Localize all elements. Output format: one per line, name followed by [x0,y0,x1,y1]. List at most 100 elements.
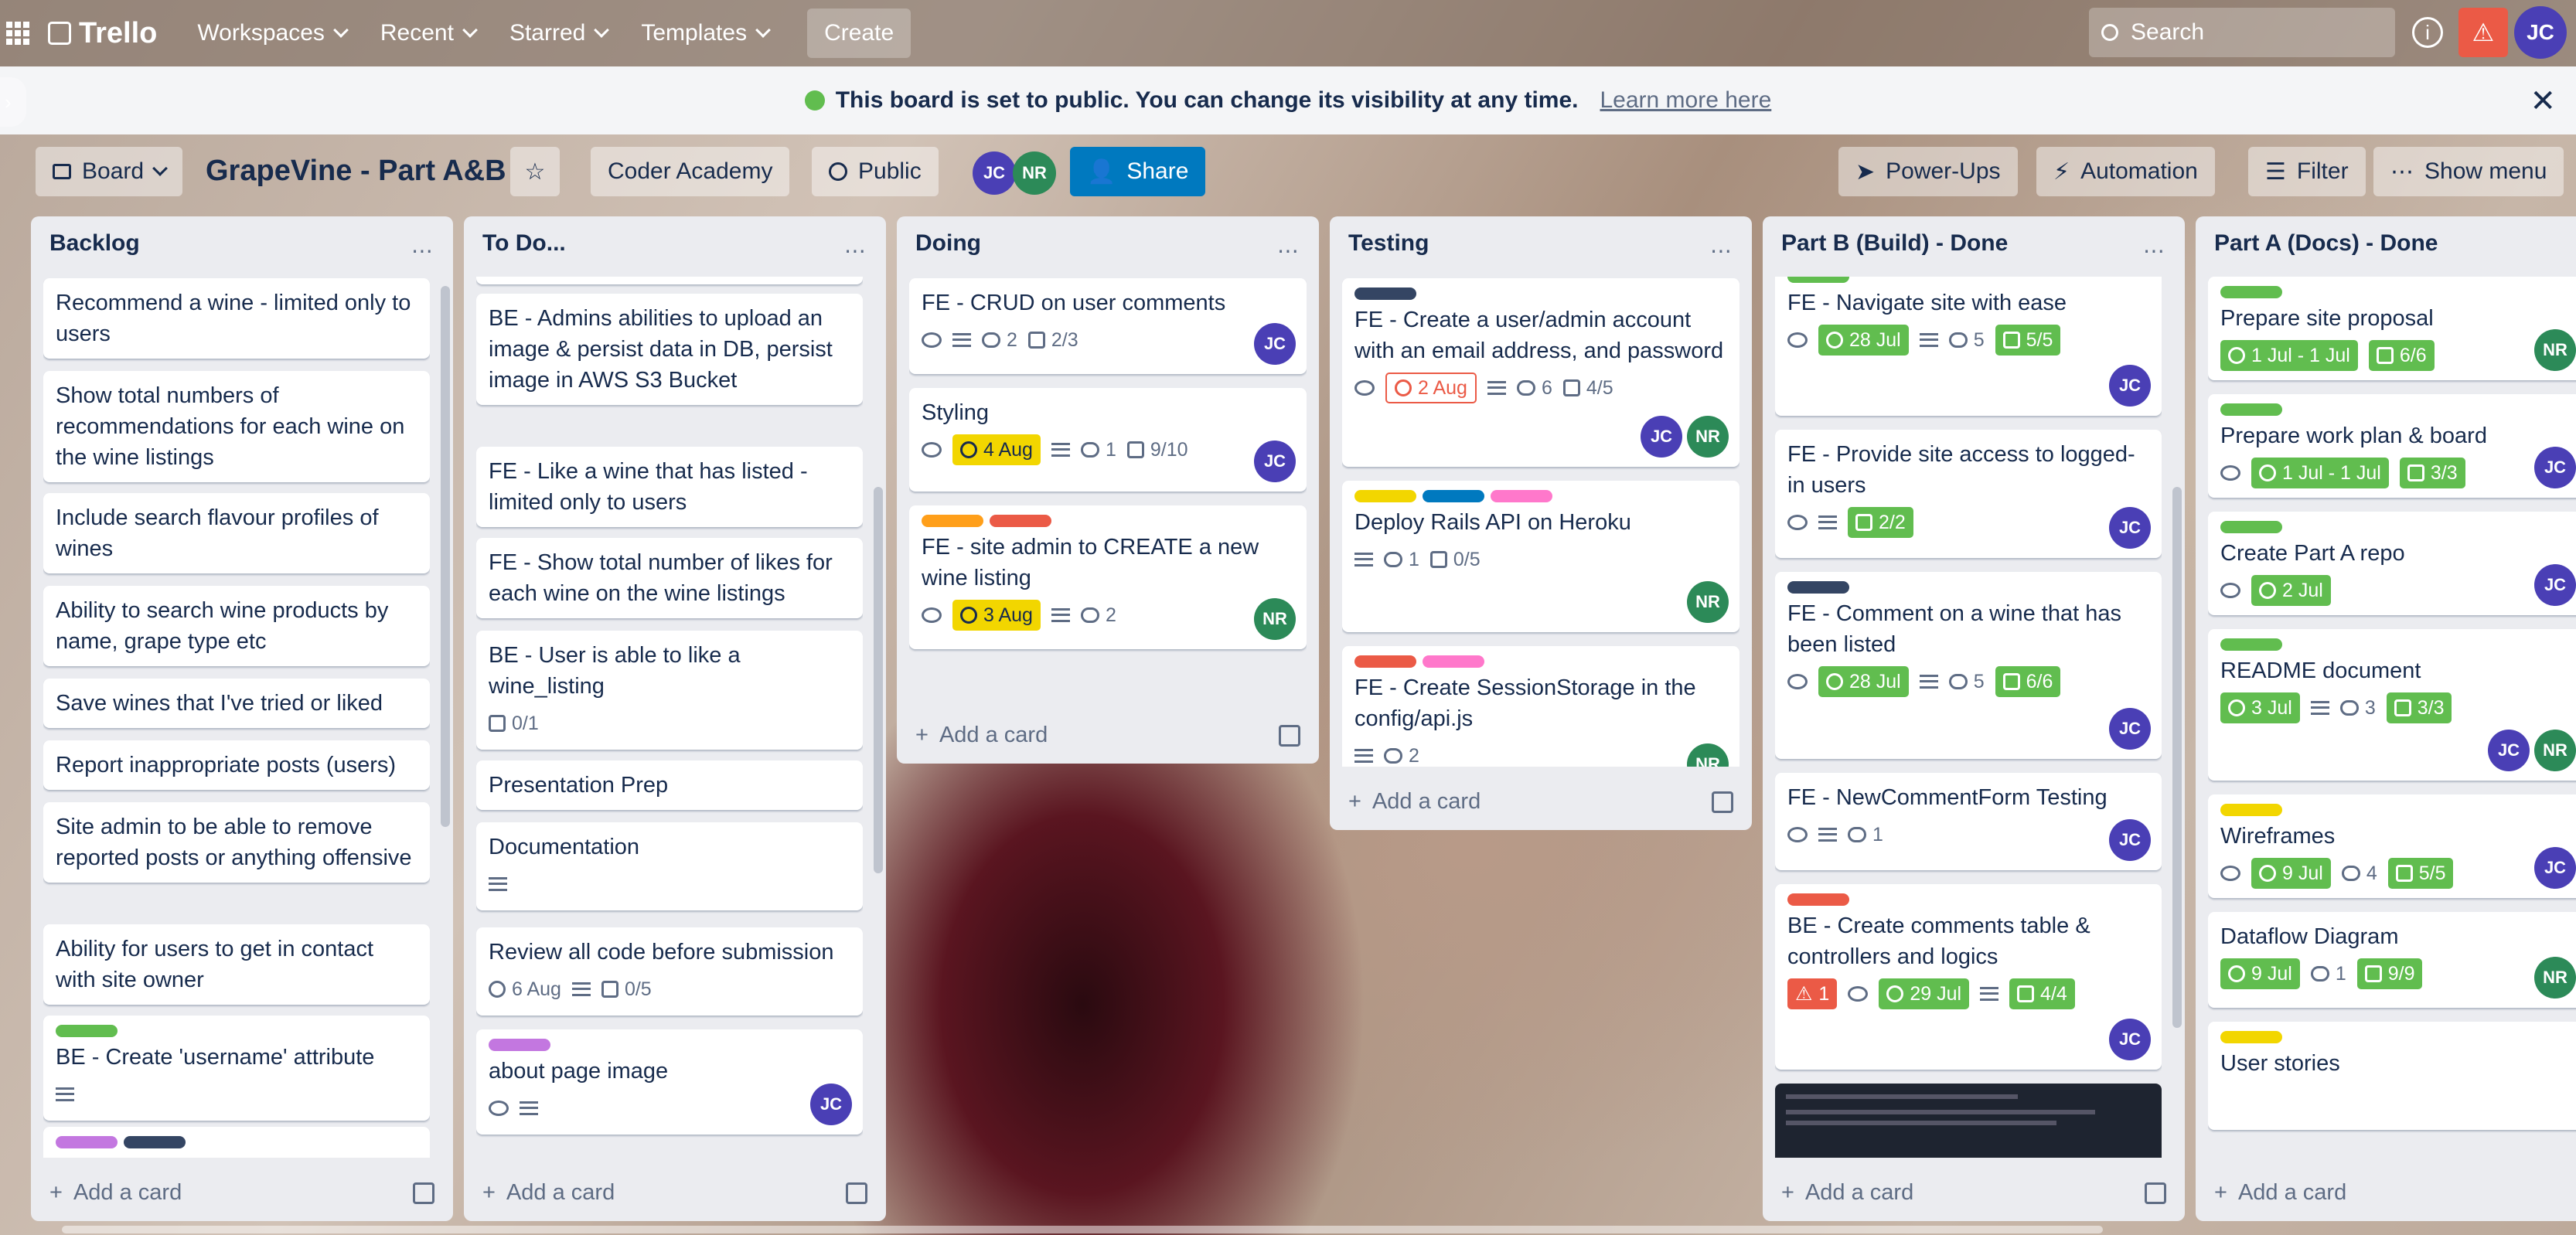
workspaces-menu[interactable]: Workspaces [180,9,363,58]
card[interactable]: Documentation [476,822,863,910]
card-title: Recommend a wine - limited only to users [56,291,411,346]
card[interactable]: FE - Create a user/admin account with an… [1342,278,1739,467]
card[interactable]: Show total numbers of recommendations fo… [43,371,430,482]
checklist-count: 4/4 [2040,983,2067,1005]
card-template-icon[interactable] [1279,725,1300,747]
member-avatar-jc[interactable]: JC [973,151,1016,195]
card[interactable]: Deploy Rails API on Heroku 1 0/5 NR [1342,481,1739,632]
list-title[interactable]: To Do... [482,230,566,257]
card[interactable]: BE - Create 'username' attribute [43,1016,430,1121]
starred-menu[interactable]: Starred [492,9,624,58]
card[interactable]: README document 3 Jul 3 3/3 JC NR [2208,629,2576,781]
apps-grid-icon[interactable] [6,22,29,45]
card[interactable]: User stories [2208,1022,2576,1130]
card[interactable]: BE - Create comments table & controllers… [1775,884,2162,1070]
add-card-button[interactable]: + Add a card [1781,1180,1913,1206]
card[interactable]: FE - Show total number of likes for each… [476,538,863,618]
list-menu-icon[interactable]: ⋯ [1277,238,1300,264]
learn-more-link[interactable]: Learn more here [1600,87,1771,114]
card[interactable]: Ability to search wine products by name,… [43,586,430,666]
card[interactable]: Styling 4 Aug 1 9/10 JC [909,388,1307,492]
card-title: Prepare site proposal [2220,306,2434,331]
trello-logo[interactable]: Trello [48,17,157,50]
card[interactable]: Review all code before submission 6 Aug 0… [476,927,863,1016]
card[interactable]: BE - Admins abilities to upload an image… [476,294,863,405]
list-menu-icon[interactable]: ⋯ [1710,238,1733,264]
card[interactable]: FE - NewCommentForm Testing 1 JC [1775,773,2162,870]
card[interactable]: FE - Like a wine that has listed - limit… [476,447,863,527]
card[interactable]: FE - CRUD on user comments 2 2/3 JC [909,278,1307,374]
user-avatar[interactable]: JC [2514,6,2567,59]
list-menu-icon[interactable]: ⋯ [844,238,867,264]
card-template-icon[interactable] [846,1182,867,1204]
add-card-button[interactable]: + Add a card [49,1180,182,1206]
list-scrollbar[interactable] [2172,487,2182,1028]
comment-icon [1384,552,1402,567]
card[interactable]: FE - Create SessionStorage in the config… [1342,646,1739,767]
templates-label: Templates [641,20,748,46]
workspace-button[interactable]: Coder Academy [591,147,790,196]
card[interactable]: FE - site admin to CREATE a new wine lis… [909,505,1307,649]
card-members: NR [2534,957,2576,999]
list-title[interactable]: Part B (Build) - Done [1781,230,2008,257]
card[interactable]: FE - Comment on a wine that has been lis… [1775,572,2162,759]
info-icon[interactable]: i [2412,17,2443,48]
card[interactable]: Include search flavour profiles of wines [43,493,430,573]
card-template-icon[interactable] [2145,1182,2166,1204]
list-title[interactable]: Backlog [49,230,140,257]
list-title[interactable]: Testing [1348,230,1429,257]
automation-button[interactable]: ⚡ Automation [2036,147,2215,196]
card[interactable]: FE - Navigate site with ease 28 Jul 5 5/5 … [1775,277,2162,416]
sidebar-toggle[interactable]: › [0,77,26,127]
star-board-icon[interactable]: ☆ [510,147,560,196]
add-card-button[interactable]: + Add a card [915,723,1048,748]
add-card-button[interactable]: + Add a card [1348,789,1481,815]
visibility-button[interactable]: Public [812,147,939,196]
card[interactable]: Site admin to be able to remove reported… [43,802,430,883]
card[interactable]: Recommend a wine - limited only to users [43,278,430,359]
card[interactable]: FE - Provide site access to logged-in us… [1775,430,2162,558]
card[interactable]: Wireframes 9 Jul 4 5/5 JC [2208,794,2576,898]
card[interactable]: Create Part A repo 2 Jul JC [2208,512,2576,615]
card[interactable] [476,277,863,284]
checklist-badge: 0/1 [489,708,539,739]
templates-menu[interactable]: Templates [624,9,785,58]
show-menu-button[interactable]: ⋯ Show menu [2373,147,2564,196]
list-menu-icon[interactable]: ⋯ [411,238,434,264]
card[interactable]: BE - User is able to like a wine_listing… [476,631,863,750]
card[interactable]: Save wines that I've tried or liked [43,679,430,728]
watch-eye-icon [2220,866,2240,881]
board-title[interactable]: GrapeVine - Part A&B [206,155,506,188]
checklist-badge: 6/6 [1995,666,2061,697]
card[interactable]: Dataflow Diagram 9 Jul 1 9/9 NR [2208,912,2576,1008]
add-card-button[interactable]: + Add a card [2214,1180,2346,1206]
card[interactable] [43,1127,430,1158]
share-button[interactable]: 👤 Share [1070,147,1206,196]
card-cover-screenshot[interactable] [1775,1084,2162,1158]
close-icon[interactable]: ✕ [2530,83,2556,119]
create-button[interactable]: Create [807,9,911,58]
list-title[interactable]: Doing [915,230,981,257]
search-input[interactable]: Search [2089,8,2395,57]
add-card-button[interactable]: + Add a card [482,1180,615,1206]
board-view-switcher[interactable]: Board [36,147,183,196]
checklist-badge: 3/3 [2386,692,2452,723]
recent-menu[interactable]: Recent [363,9,492,58]
card[interactable]: Report inappropriate posts (users) [43,740,430,790]
card[interactable]: Prepare work plan & board 1 Jul - 1 Jul 3… [2208,394,2576,498]
card[interactable]: Ability for users to get in contact with… [43,924,430,1005]
card[interactable]: Prepare site proposal 1 Jul - 1 Jul 6/6 N… [2208,277,2576,380]
card-template-icon[interactable] [1712,791,1733,813]
card[interactable]: Presentation Prep [476,760,863,810]
list-menu-icon[interactable]: ⋯ [2143,238,2166,264]
power-ups-button[interactable]: ➤ Power-Ups [1838,147,2018,196]
board-horizontal-scrollbar[interactable] [62,1226,2103,1233]
list-scrollbar[interactable] [874,487,883,873]
card-template-icon[interactable] [413,1182,434,1204]
card[interactable]: about page image JC [476,1029,863,1135]
notifications-bell-icon[interactable]: ⚠ [2458,8,2508,57]
list-scrollbar[interactable] [441,286,450,827]
list-title[interactable]: Part A (Docs) - Done [2214,230,2438,257]
member-avatar-nr[interactable]: NR [1013,151,1056,195]
filter-button[interactable]: ☰ Filter [2248,147,2366,196]
